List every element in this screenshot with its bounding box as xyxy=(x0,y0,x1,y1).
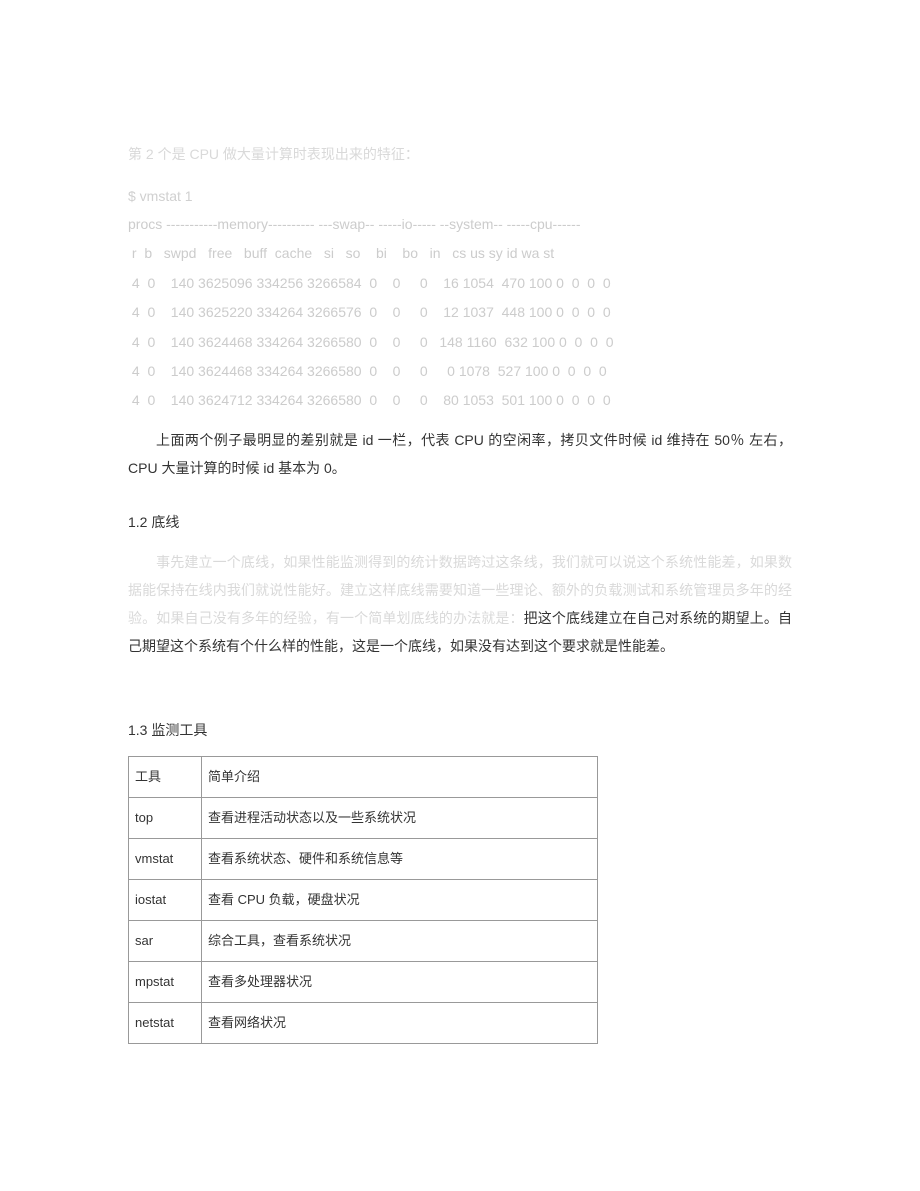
vmstat-row: 4 0 140 3624468 334264 3266580 0 0 0 148… xyxy=(128,328,792,357)
table-row: mpstat查看多处理器状况 xyxy=(129,961,598,1002)
tool-name: netstat xyxy=(129,1002,202,1043)
tools-table: 工具 简单介绍 top查看进程活动状态以及一些系统状况 vmstat查看系统状态… xyxy=(128,756,598,1044)
table-row: vmstat查看系统状态、硬件和系统信息等 xyxy=(129,838,598,879)
vmstat-row: 4 0 140 3624712 334264 3266580 0 0 0 80 … xyxy=(128,386,792,415)
table-row: top查看进程活动状态以及一些系统状况 xyxy=(129,797,598,838)
tool-name: iostat xyxy=(129,879,202,920)
intro-line: 第 2 个是 CPU 做大量计算时表现出来的特征： xyxy=(128,140,792,168)
tool-desc: 查看进程活动状态以及一些系统状况 xyxy=(202,797,598,838)
analysis-paragraph: 上面两个例子最明显的差别就是 id 一栏，代表 CPU 的空闲率，拷贝文件时候 … xyxy=(128,426,792,482)
vmstat-header1: procs -----------memory---------- ---swa… xyxy=(128,210,792,239)
table-row: sar综合工具，查看系统状况 xyxy=(129,920,598,961)
document-page: 第 2 个是 CPU 做大量计算时表现出来的特征： $ vmstat 1 pro… xyxy=(0,0,920,1191)
vmstat-row: 4 0 140 3625220 334264 3266576 0 0 0 12 … xyxy=(128,298,792,327)
vmstat-header2: r b swpd free buff cache si so bi bo in … xyxy=(128,239,792,268)
tool-desc: 查看多处理器状况 xyxy=(202,961,598,1002)
table-header-tool: 工具 xyxy=(129,756,202,797)
table-row: 工具 简单介绍 xyxy=(129,756,598,797)
tool-desc: 综合工具，查看系统状况 xyxy=(202,920,598,961)
tool-desc: 查看网络状况 xyxy=(202,1002,598,1043)
tool-name: mpstat xyxy=(129,961,202,1002)
vmstat-row: 4 0 140 3625096 334256 3266584 0 0 0 16 … xyxy=(128,269,792,298)
tool-name: sar xyxy=(129,920,202,961)
section-1-2-title: 1.2 底线 xyxy=(128,508,792,536)
table-row: iostat查看 CPU 负载，硬盘状况 xyxy=(129,879,598,920)
vmstat-row: 4 0 140 3624468 334264 3266580 0 0 0 0 1… xyxy=(128,357,792,386)
tool-desc: 查看 CPU 负载，硬盘状况 xyxy=(202,879,598,920)
section-1-3-title: 1.3 监测工具 xyxy=(128,716,792,744)
vmstat-block: $ vmstat 1 procs -----------memory------… xyxy=(128,182,792,416)
table-header-desc: 简单介绍 xyxy=(202,756,598,797)
tool-name: vmstat xyxy=(129,838,202,879)
table-row: netstat查看网络状况 xyxy=(129,1002,598,1043)
tool-desc: 查看系统状态、硬件和系统信息等 xyxy=(202,838,598,879)
tool-name: top xyxy=(129,797,202,838)
command-line: $ vmstat 1 xyxy=(128,182,792,210)
baseline-paragraph: 事先建立一个底线，如果性能监测得到的统计数据跨过这条线，我们就可以说这个系统性能… xyxy=(128,548,792,660)
